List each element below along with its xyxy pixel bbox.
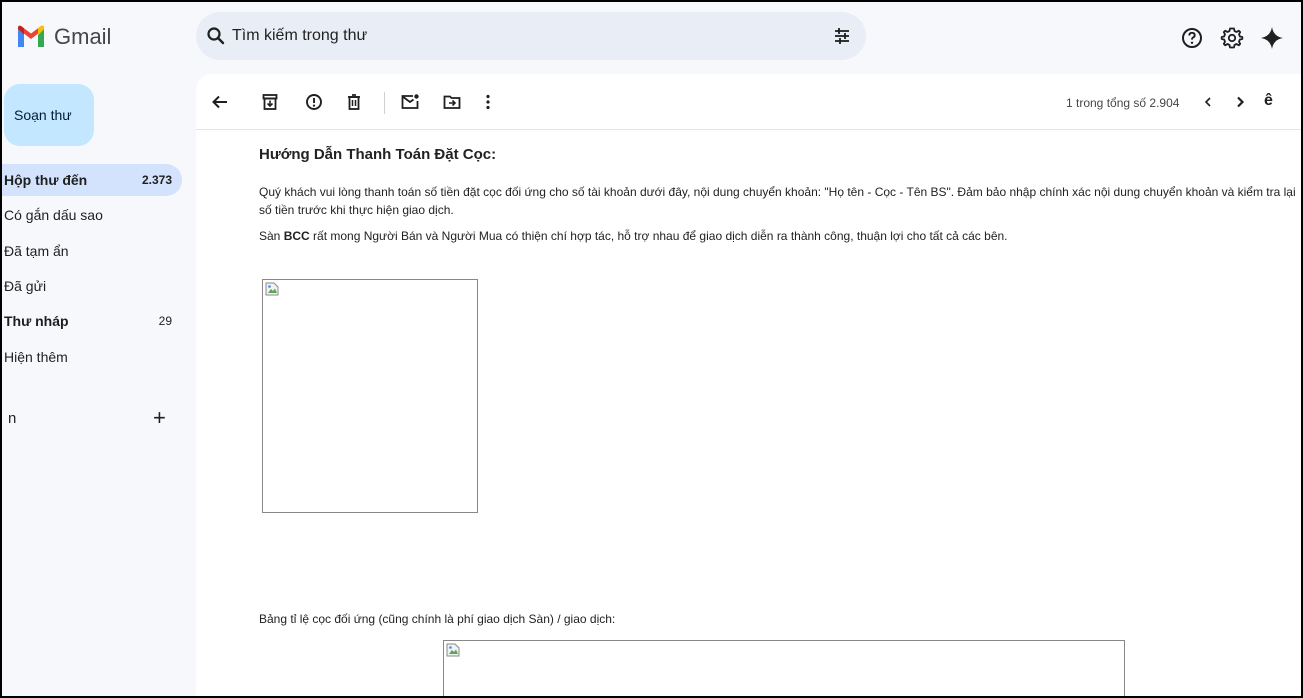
sidebar-item-label: Có gắn dấu sao xyxy=(4,207,103,223)
newer-chevron-left-icon[interactable] xyxy=(1198,92,1218,112)
email-body: Hướng Dẫn Thanh Toán Đặt Cọc: Quý khách … xyxy=(259,146,1303,259)
sidebar-item-snoozed[interactable]: Đã tạm ẩn xyxy=(0,235,182,267)
unread-count: 2.373 xyxy=(141,173,172,187)
labels-section-title: n xyxy=(8,410,17,427)
gmail-m-icon xyxy=(18,25,44,47)
input-tools-button[interactable]: ê xyxy=(1264,92,1273,110)
paragraph-text: rất mong Người Bán và Người Mua có thiện… xyxy=(309,229,1008,243)
mark-unread-icon[interactable] xyxy=(400,92,420,112)
sidebar-item-label: Đã tạm ẩn xyxy=(4,243,69,259)
report-spam-icon[interactable] xyxy=(304,92,324,112)
older-chevron-right-icon[interactable] xyxy=(1230,92,1250,112)
brand-name: BCC xyxy=(283,229,310,243)
pagination-count: 1 trong tổng số 2.904 xyxy=(1066,96,1180,110)
broken-image-account-info xyxy=(262,279,478,513)
message-panel: 1 trong tổng số 2.904 ê Hướng Dẫn Thanh … xyxy=(196,74,1303,698)
email-paragraph-cooperation: Sàn BCC rất mong Người Bán và Người Mua … xyxy=(259,227,1303,245)
sidebar-item-starred[interactable]: Có gắn dấu sao xyxy=(0,199,182,231)
sidebar-item-sent[interactable]: Đã gửi xyxy=(0,270,182,302)
help-icon[interactable] xyxy=(1180,26,1204,50)
sidebar-item-drafts[interactable]: Thư nháp 29 xyxy=(0,305,182,337)
search-options-icon[interactable] xyxy=(832,26,852,46)
compose-label: Soạn thư xyxy=(14,107,72,123)
delete-trash-icon[interactable] xyxy=(344,92,364,112)
compose-button[interactable]: Soạn thư xyxy=(4,84,94,146)
sidebar-item-label: Đã gửi xyxy=(4,278,47,294)
sidebar-item-label: Hộp thư đến xyxy=(4,172,88,188)
broken-image-icon xyxy=(446,643,460,657)
gmail-logo[interactable]: Gmail xyxy=(16,24,111,50)
email-paragraph-payment: Quý khách vui lòng thanh toán số tiền đặ… xyxy=(259,185,1296,217)
paragraph-text: Sàn xyxy=(259,229,284,243)
gemini-sparkle-icon[interactable] xyxy=(1260,26,1284,50)
sidebar-item-label: Thư nháp xyxy=(4,313,69,329)
top-bar: Gmail xyxy=(0,0,1303,74)
broken-image-icon xyxy=(265,282,279,296)
sidebar-item-more[interactable]: Hiện thêm xyxy=(0,341,182,373)
drafts-count: 29 xyxy=(158,314,172,328)
email-heading: Hướng Dẫn Thanh Toán Đặt Cọc: xyxy=(259,146,497,163)
search-input[interactable] xyxy=(232,24,792,48)
settings-gear-icon[interactable] xyxy=(1220,26,1244,50)
broken-image-fee-table xyxy=(443,640,1125,698)
app-name: Gmail xyxy=(54,24,112,49)
add-label-button[interactable]: + xyxy=(153,407,166,429)
sidebar-item-inbox[interactable]: Hộp thư đến 2.373 xyxy=(0,164,182,196)
archive-icon[interactable] xyxy=(260,92,280,112)
message-toolbar: 1 trong tổng số 2.904 ê xyxy=(196,74,1303,130)
fee-table-caption: Bảng tỉ lệ cọc đối ứng (cũng chính là ph… xyxy=(259,612,616,626)
search-bar[interactable] xyxy=(196,12,866,60)
toolbar-divider xyxy=(384,92,385,114)
move-to-folder-icon[interactable] xyxy=(442,92,462,112)
sidebar-item-label: Hiện thêm xyxy=(4,349,68,365)
more-options-icon[interactable] xyxy=(478,92,498,112)
search-icon[interactable] xyxy=(206,26,226,46)
back-arrow-icon[interactable] xyxy=(210,92,230,112)
